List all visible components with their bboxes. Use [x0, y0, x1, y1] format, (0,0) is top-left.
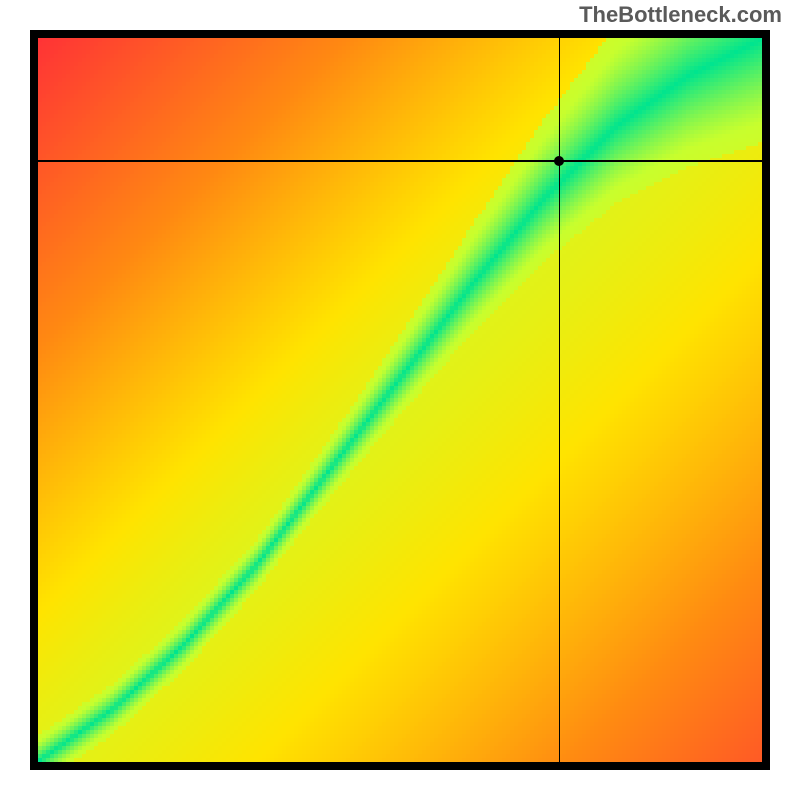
plot-area — [38, 38, 762, 762]
plot-frame — [30, 30, 770, 770]
heatmap-canvas — [38, 38, 762, 762]
watermark-text: TheBottleneck.com — [579, 2, 782, 28]
crosshair-horizontal — [38, 160, 762, 162]
marker-dot — [554, 156, 564, 166]
crosshair-vertical — [559, 38, 561, 762]
chart-container: TheBottleneck.com — [0, 0, 800, 800]
